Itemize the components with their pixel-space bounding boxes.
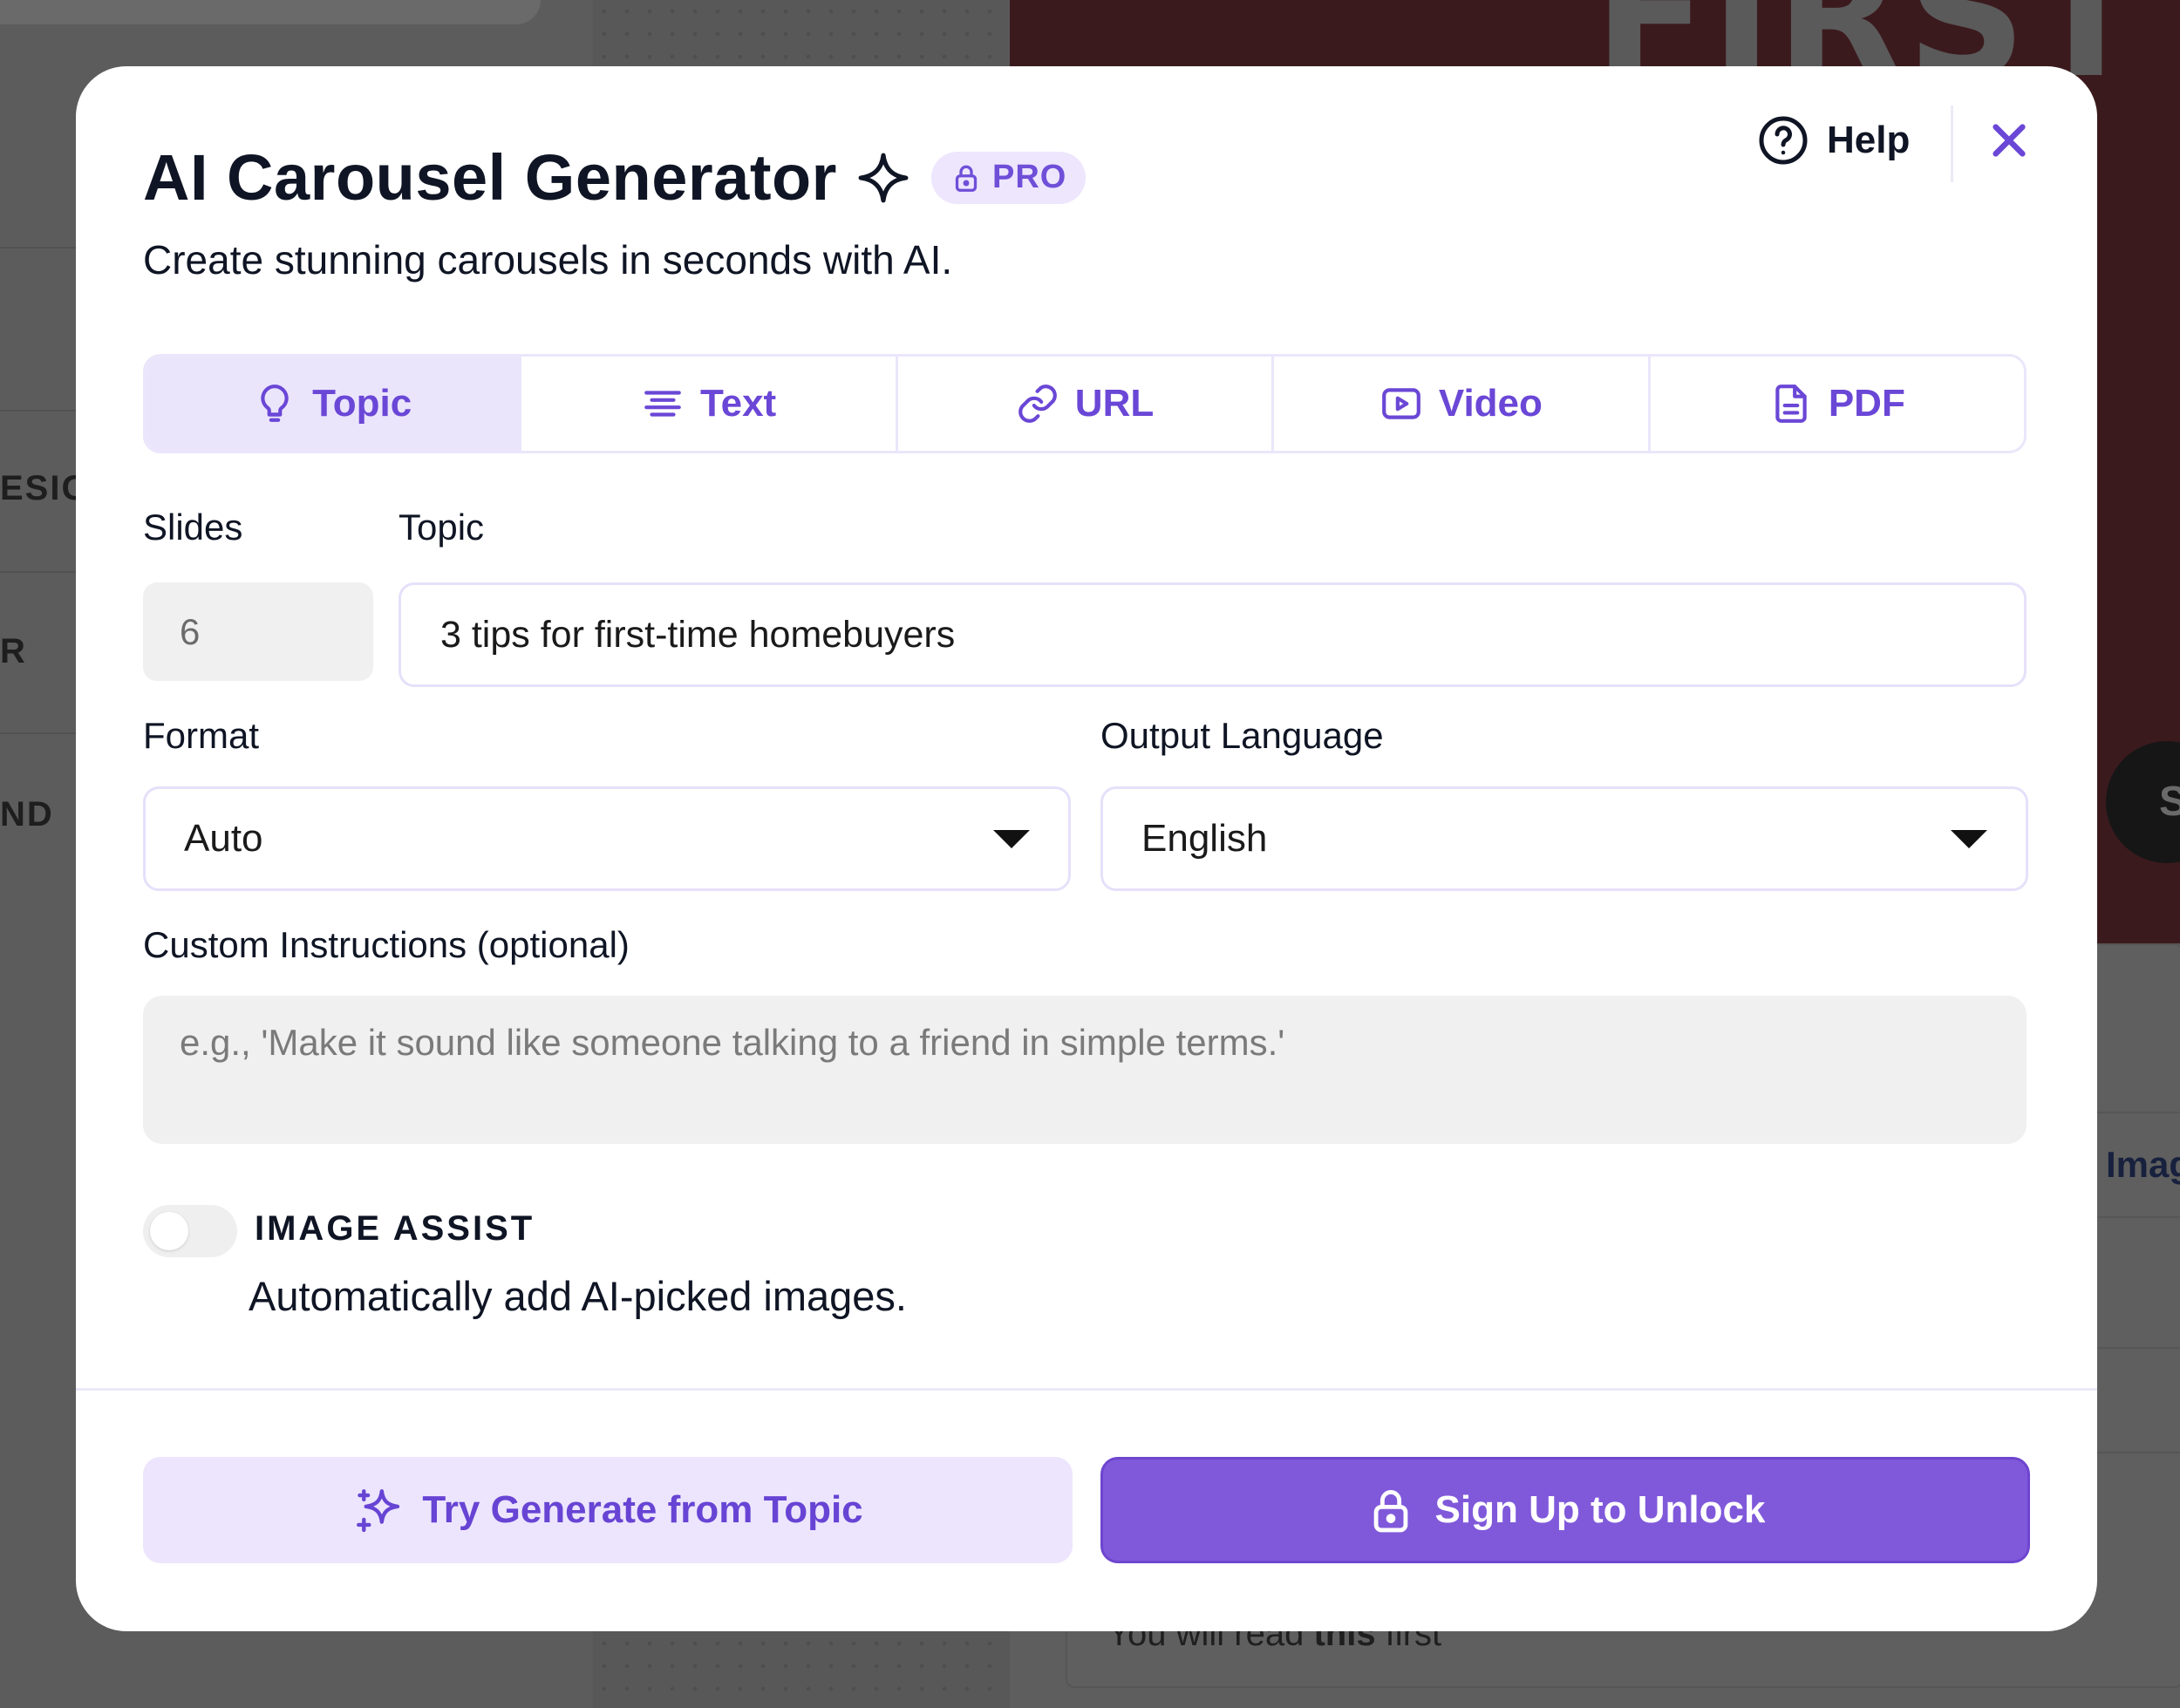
background-toolbar xyxy=(0,0,541,24)
topic-label: Topic xyxy=(399,507,485,548)
lock-icon xyxy=(955,165,978,192)
tab-topic[interactable]: Topic xyxy=(146,357,522,451)
lock-icon xyxy=(1373,1490,1407,1533)
try-generate-button[interactable]: Try Generate from Topic xyxy=(143,1457,1073,1563)
tab-pdf[interactable]: PDF xyxy=(1651,357,2024,451)
language-value: English xyxy=(1141,817,1268,860)
tab-url[interactable]: URL xyxy=(898,357,1275,451)
sign-up-unlock-button[interactable]: Sign Up to Unlock xyxy=(1100,1457,2030,1563)
background-image-label: Imag xyxy=(2106,1144,2180,1185)
slides-label: Slides xyxy=(143,507,243,548)
pro-badge-label: PRO xyxy=(991,159,1067,195)
chevron-down-icon xyxy=(993,829,1030,848)
tab-label: URL xyxy=(1074,382,1155,425)
slides-value: 6 xyxy=(180,610,201,652)
custom-instructions-label: Custom Instructions (optional) xyxy=(143,924,630,965)
help-button[interactable]: Help xyxy=(1757,114,1910,167)
image-assist-toggle[interactable] xyxy=(143,1205,237,1257)
background-label: R xyxy=(0,632,27,670)
tab-label: Text xyxy=(700,382,777,425)
format-value: Auto xyxy=(184,817,263,860)
tab-text[interactable]: Text xyxy=(521,357,898,451)
try-generate-label: Try Generate from Topic xyxy=(422,1488,863,1531)
header-divider xyxy=(1951,105,1953,182)
text-lines-icon xyxy=(644,391,681,417)
format-label: Format xyxy=(143,715,260,756)
chevron-down-icon xyxy=(1951,829,1987,848)
topic-input[interactable]: 3 tips for first-time homebuyers xyxy=(399,582,2027,687)
image-assist-title: IMAGE ASSIST xyxy=(255,1209,535,1248)
video-icon xyxy=(1382,388,1420,419)
custom-instructions-textarea[interactable]: e.g., 'Make it sound like someone talkin… xyxy=(143,996,2027,1144)
topic-value: 3 tips for first-time homebuyers xyxy=(440,613,956,656)
slides-input[interactable]: 6 xyxy=(143,582,373,681)
document-icon xyxy=(1775,384,1807,423)
background-label: ND xyxy=(0,795,54,834)
sparkle-icon xyxy=(858,153,909,202)
modal-title: AI Carousel Generator xyxy=(143,141,837,214)
tab-label: PDF xyxy=(1828,382,1905,425)
lightbulb-icon xyxy=(261,384,289,422)
tab-label: Topic xyxy=(312,382,412,425)
output-language-label: Output Language xyxy=(1100,715,1384,756)
link-icon xyxy=(1018,384,1057,423)
image-assist-description: Automatically add AI-picked images. xyxy=(249,1273,907,1319)
source-tabs: Topic Text URL Video PDF xyxy=(143,354,2027,453)
footer-divider xyxy=(76,1388,2097,1391)
sign-up-unlock-label: Sign Up to Unlock xyxy=(1434,1488,1766,1531)
modal-subtitle: Create stunning carousels in seconds wit… xyxy=(143,237,953,282)
output-language-select[interactable]: English xyxy=(1100,786,2028,891)
sparkles-icon xyxy=(357,1489,400,1533)
background-floating-letter: S xyxy=(2159,779,2180,825)
pro-badge: PRO xyxy=(930,151,1087,204)
help-label: Help xyxy=(1827,119,1911,161)
tab-label: Video xyxy=(1438,382,1543,425)
tab-video[interactable]: Video xyxy=(1274,357,1651,451)
format-select[interactable]: Auto xyxy=(143,786,1071,891)
toggle-knob xyxy=(150,1212,188,1250)
modal-header: AI Carousel Generator PRO xyxy=(143,140,1087,214)
ai-carousel-generator-modal: AI Carousel Generator PRO Create stunnin… xyxy=(76,66,2097,1631)
custom-instructions-placeholder: e.g., 'Make it sound like someone talkin… xyxy=(180,1022,1285,1063)
close-icon[interactable] xyxy=(1989,120,2029,160)
question-circle-icon xyxy=(1759,116,1808,165)
